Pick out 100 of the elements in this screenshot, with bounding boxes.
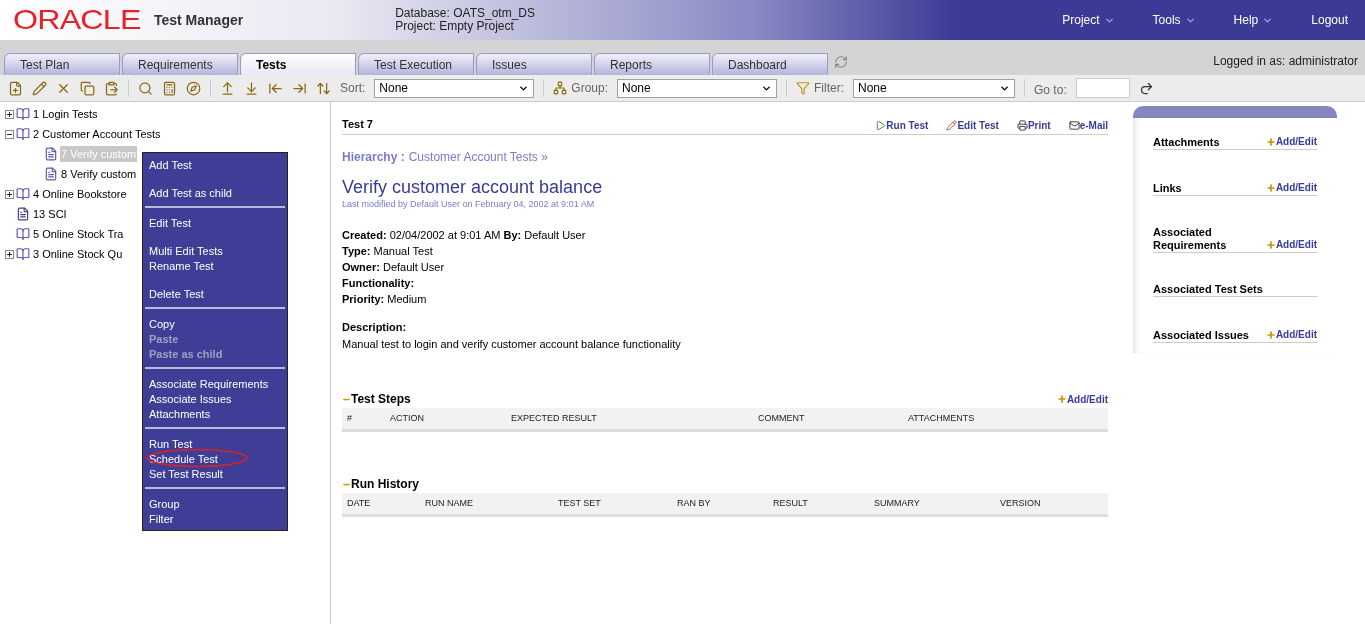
tab[interactable]: Reports: [594, 53, 710, 75]
refresh-icon[interactable]: [834, 55, 848, 69]
section-title: Test Steps: [351, 391, 411, 408]
plus-icon: [1265, 239, 1276, 250]
menu-item[interactable]: Associate Requirements: [145, 378, 269, 390]
action-link[interactable]: Edit Test: [946, 117, 999, 133]
filter-select[interactable]: None: [853, 78, 1016, 98]
book-icon: [16, 107, 30, 121]
oracle-logo: ORACLE: [13, 6, 141, 34]
expand-icon[interactable]: [5, 109, 14, 119]
header-menu[interactable]: Project: [1062, 11, 1115, 29]
plus-icon: [1265, 182, 1276, 193]
collapse-icon[interactable]: [5, 129, 14, 139]
tree-item[interactable]: 5 Online Stock Tra: [32, 225, 125, 243]
field-text: Functionality:: [342, 276, 416, 291]
add-edit-link[interactable]: Add/Edit: [1056, 391, 1108, 407]
action-link[interactable]: Print: [1016, 117, 1051, 133]
new-document-icon[interactable]: [8, 80, 23, 96]
project-label: Project: Empty Project: [395, 20, 514, 33]
description-label: Description:: [342, 320, 408, 335]
menu-item[interactable]: Delete Test: [145, 288, 204, 300]
group-icon: [553, 81, 568, 95]
add-edit-link[interactable]: Add/Edit: [1265, 237, 1317, 252]
column-header: COMMENT: [758, 411, 806, 425]
play-icon: [875, 119, 887, 131]
header-menu[interactable]: Logout: [1311, 11, 1348, 29]
copy-icon[interactable]: [80, 80, 95, 96]
column-header: RAN BY: [677, 496, 712, 510]
expand-icon[interactable]: [5, 249, 14, 259]
go-icon[interactable]: [1138, 80, 1154, 96]
filter-icon: [796, 81, 811, 95]
menu-item[interactable]: Filter: [145, 513, 174, 525]
tab[interactable]: Test Execution: [358, 53, 474, 75]
menu-item[interactable]: Group: [145, 498, 180, 510]
printer-icon: [1016, 119, 1028, 131]
paste-icon[interactable]: [104, 80, 119, 96]
menu-item[interactable]: Edit Test: [145, 217, 191, 229]
tab[interactable]: Tests: [240, 53, 356, 75]
action-link[interactable]: e-Mail: [1068, 117, 1108, 133]
panel-heading: Associated Issues: [1153, 329, 1250, 342]
menu-item[interactable]: Multi Edit Tests: [145, 245, 223, 257]
hierarchy-link[interactable]: Customer Account Tests »: [408, 147, 548, 166]
menu-item[interactable]: Add Test as child: [145, 187, 232, 199]
calculator-icon[interactable]: [162, 80, 177, 96]
search-icon[interactable]: [138, 80, 153, 96]
expand-icon[interactable]: [5, 189, 14, 199]
tree-item[interactable]: 1 Login Tests: [32, 105, 99, 123]
tab[interactable]: Dashboard: [712, 53, 828, 75]
sort-icon[interactable]: [316, 80, 331, 96]
menu-item[interactable]: Set Test Result: [145, 468, 223, 480]
add-edit-link[interactable]: Add/Edit: [1265, 327, 1317, 342]
logged-in-label: Logged in as: administrator: [1213, 53, 1358, 70]
book-icon: [16, 127, 30, 141]
menu-item[interactable]: Attachments: [145, 408, 211, 420]
pencil-icon: [946, 119, 958, 131]
column-header: ACTION: [390, 411, 425, 425]
column-header: DATE: [347, 496, 372, 510]
panel-heading: Links: [1153, 182, 1183, 195]
pencil-icon[interactable]: [32, 80, 47, 96]
menu-item[interactable]: Run Test: [145, 438, 193, 450]
column-header: RUN NAME: [425, 496, 474, 510]
test-document-icon: [44, 147, 58, 161]
menu-item[interactable]: Rename Test: [145, 260, 214, 272]
test-document-icon: [44, 167, 58, 181]
field-text: Created: 02/04/2002 at 9:01 AM By: Default User: [342, 228, 587, 243]
header-menu[interactable]: Tools: [1152, 11, 1196, 29]
tree-item[interactable]: 4 Online Bookstore: [32, 185, 128, 203]
test-title: Verify customer account balance: [342, 175, 604, 198]
group-select[interactable]: None: [617, 78, 778, 98]
tab[interactable]: Requirements: [122, 53, 238, 75]
goto-field[interactable]: [1075, 78, 1130, 98]
group-label: Group:: [571, 80, 609, 97]
book-icon: [16, 247, 30, 261]
menu-item[interactable]: Copy: [145, 318, 175, 330]
column-header: ATTACHMENTS: [908, 411, 975, 425]
database-label: Database: OATS_otm_DS: [395, 7, 535, 20]
column-header: #: [347, 411, 353, 425]
add-edit-link[interactable]: Add/Edit: [1265, 134, 1317, 149]
tree-item[interactable]: 3 Online Stock Qu: [32, 245, 124, 263]
filter-label: Filter:: [814, 80, 845, 97]
move-down-icon[interactable]: [244, 80, 259, 96]
tree-item[interactable]: 8 Verify custom: [60, 165, 138, 183]
script-document-icon: [16, 207, 30, 221]
field-text: Priority: Medium: [342, 292, 428, 307]
test-id-title: Test 7: [342, 117, 373, 132]
action-link[interactable]: Run Test: [875, 117, 929, 133]
tree-item[interactable]: 2 Customer Account Tests: [32, 125, 162, 143]
add-edit-link[interactable]: Add/Edit: [1265, 180, 1317, 195]
compass-icon[interactable]: [186, 80, 201, 96]
sort-select[interactable]: None: [374, 78, 535, 98]
panel-heading: Attachments: [1153, 136, 1221, 149]
move-up-icon[interactable]: [220, 80, 235, 96]
tab[interactable]: Issues: [476, 53, 592, 75]
tree-item[interactable]: 13 SCI: [32, 205, 68, 223]
panel-heading: Associated Requirements: [1153, 226, 1228, 252]
menu-item[interactable]: Associate Issues: [145, 393, 232, 405]
field-text: Owner: Default User: [342, 260, 446, 275]
menu-item[interactable]: Add Test: [145, 159, 192, 171]
header-menu[interactable]: Help: [1233, 11, 1274, 29]
tab[interactable]: Test Plan: [4, 53, 120, 75]
